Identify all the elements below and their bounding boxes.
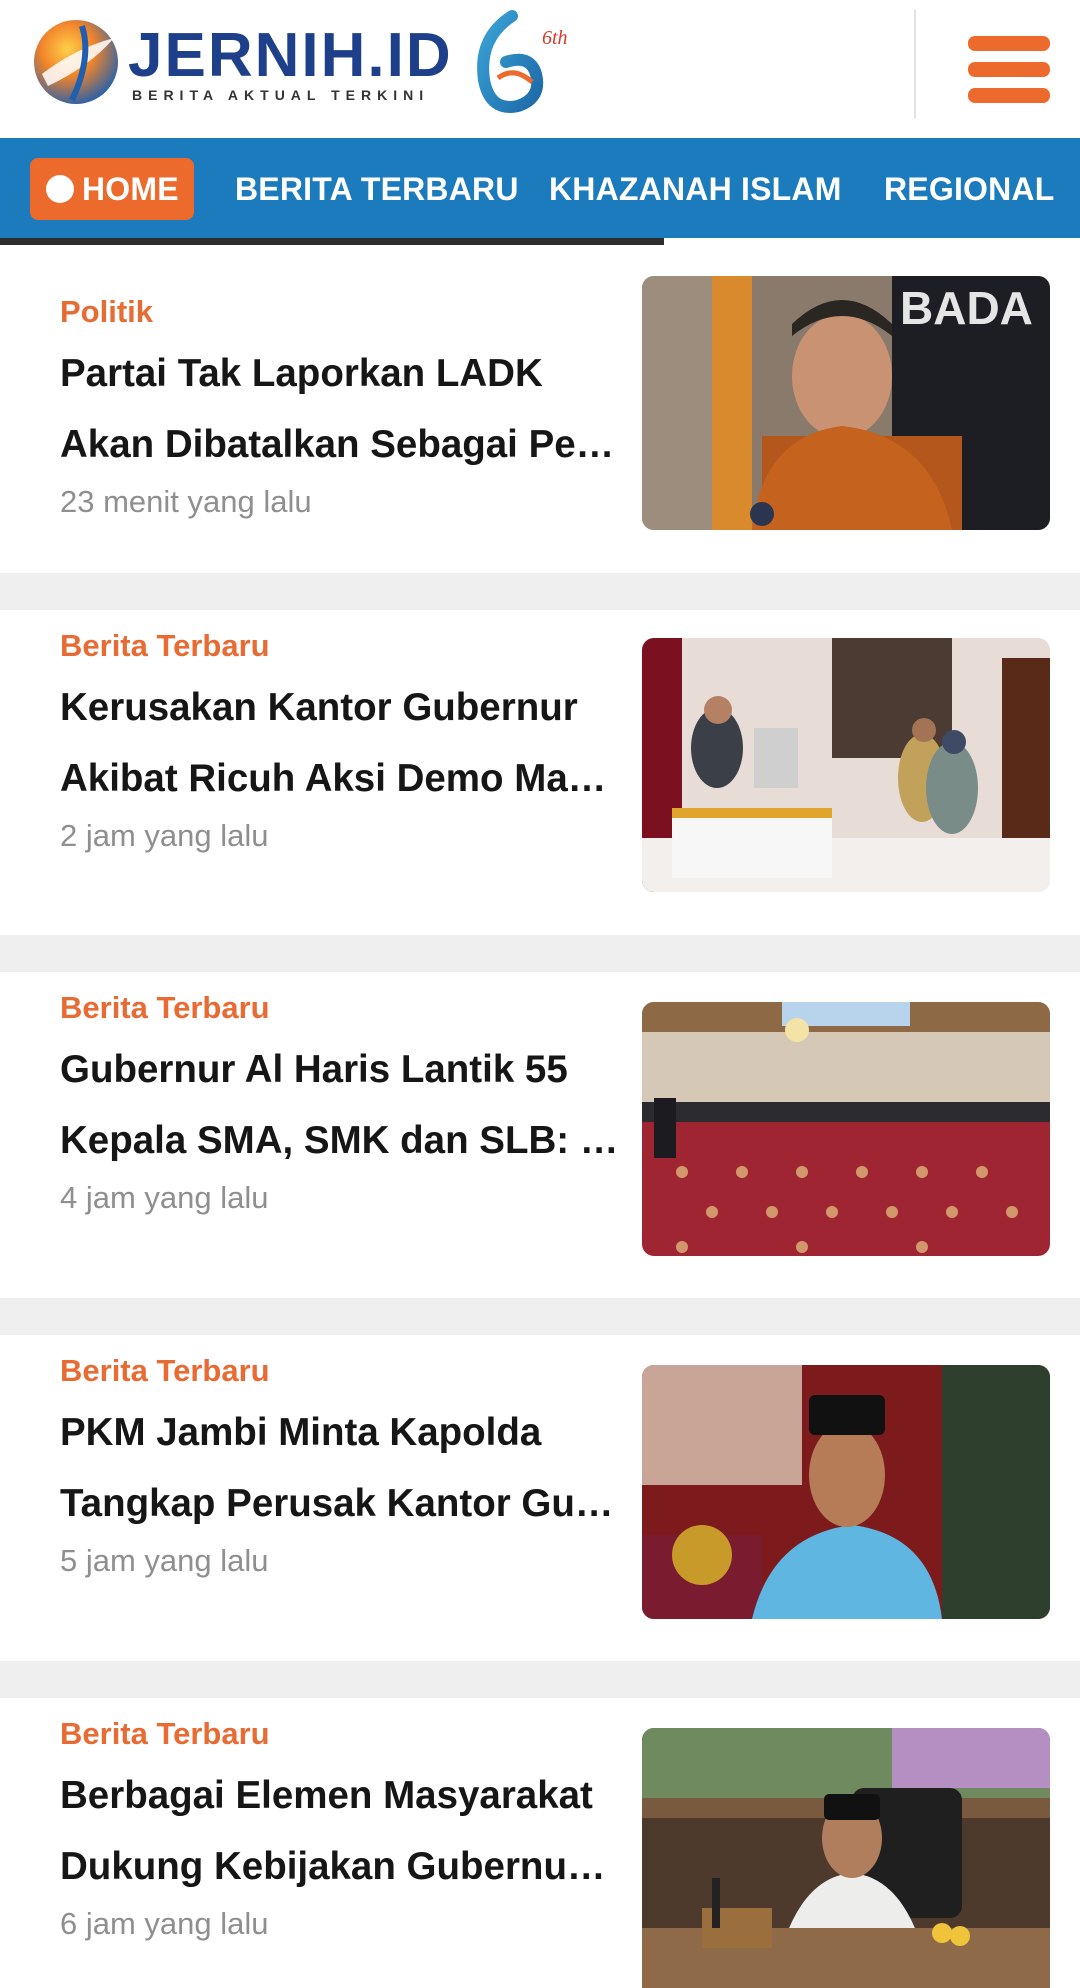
header-divider <box>914 10 916 118</box>
article-title[interactable]: Partai Tak Laporkan LADK Akan Dibatalkan… <box>60 338 620 480</box>
article-card[interactable]: Berita Terbaru Berbagai Elemen Masyaraka… <box>0 1698 1080 1988</box>
article-title[interactable]: PKM Jambi Minta Kapolda Tangkap Perusak … <box>60 1397 620 1539</box>
home-dot-icon <box>46 175 74 203</box>
article-time: 4 jam yang lalu <box>60 1180 269 1215</box>
article-category[interactable]: Politik <box>60 294 153 330</box>
article-title[interactable]: Kerusakan Kantor Gubernur Akibat Ricuh A… <box>60 672 620 814</box>
logo-wordmark: JERNIH.ID <box>128 21 453 90</box>
article-separator <box>0 1298 1080 1335</box>
nav-item-khazanah-islam[interactable]: KHAZANAH ISLAM <box>549 158 842 220</box>
article-title[interactable]: Berbagai Elemen Masyarakat Dukung Kebija… <box>60 1760 620 1902</box>
nav-item-berita-terbaru[interactable]: BERITA TERBARU <box>235 158 519 220</box>
article-separator <box>0 573 1080 610</box>
article-card[interactable]: Politik Partai Tak Laporkan LADK Akan Di… <box>0 276 1080 602</box>
category-nav: HOME BERITA TERBARU KHAZANAH ISLAM REGIO… <box>0 138 1080 238</box>
site-header: JERNIH.ID BERITA AKTUAL TERKINI 6th <box>0 0 1080 138</box>
article-thumbnail[interactable] <box>642 1002 1050 1256</box>
article-category[interactable]: Berita Terbaru <box>60 1716 270 1752</box>
article-category[interactable]: Berita Terbaru <box>60 1353 270 1389</box>
site-logo[interactable]: JERNIH.ID BERITA AKTUAL TERKINI 6th <box>32 8 592 120</box>
article-thumbnail[interactable] <box>642 1365 1050 1619</box>
article-card[interactable]: Berita Terbaru Gubernur Al Haris Lantik … <box>0 972 1080 1298</box>
article-category[interactable]: Berita Terbaru <box>60 990 270 1026</box>
article-separator <box>0 1661 1080 1698</box>
article-thumbnail[interactable]: BADA <box>642 276 1050 530</box>
article-time: 2 jam yang lalu <box>60 818 269 853</box>
hamburger-menu-icon[interactable] <box>966 30 1052 106</box>
article-time: 5 jam yang lalu <box>60 1543 269 1578</box>
article-card[interactable]: Berita Terbaru Kerusakan Kantor Gubernur… <box>0 610 1080 936</box>
article-card[interactable]: Berita Terbaru PKM Jambi Minta Kapolda T… <box>0 1335 1080 1661</box>
article-time: 23 menit yang lalu <box>60 484 312 519</box>
nav-item-home[interactable]: HOME <box>30 158 194 220</box>
article-thumbnail[interactable] <box>642 638 1050 892</box>
article-title[interactable]: Gubernur Al Haris Lantik 55 Kepala SMA, … <box>60 1034 620 1176</box>
logo-badge: 6th <box>542 27 568 49</box>
article-separator <box>0 935 1080 972</box>
article-category[interactable]: Berita Terbaru <box>60 628 270 664</box>
logo-tagline: BERITA AKTUAL TERKINI <box>132 87 429 103</box>
nav-item-label: HOME <box>82 171 179 207</box>
svg-text:BADA: BADA <box>900 282 1033 334</box>
nav-scroll-indicator <box>0 238 664 245</box>
article-time: 6 jam yang lalu <box>60 1906 269 1941</box>
article-thumbnail[interactable] <box>642 1728 1050 1988</box>
nav-item-regional[interactable]: REGIONAL <box>884 158 1055 220</box>
